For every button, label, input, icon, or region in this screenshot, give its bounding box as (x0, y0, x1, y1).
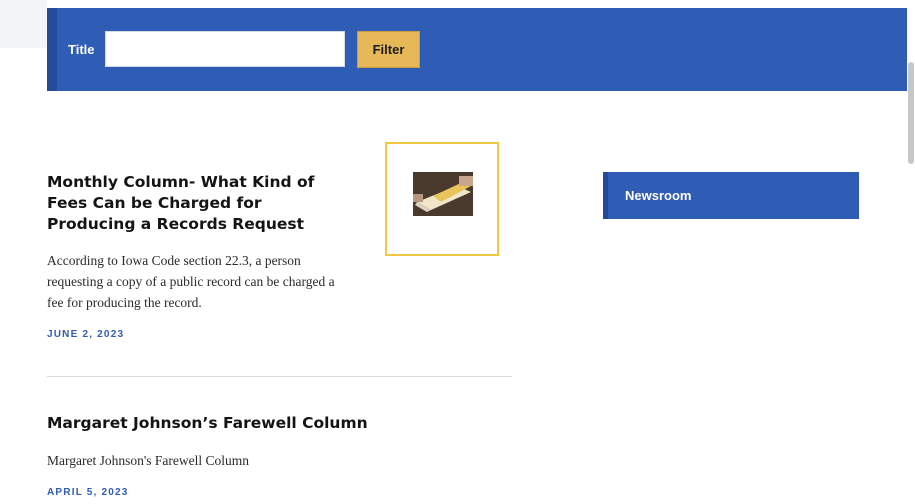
article-thumbnail[interactable] (385, 142, 499, 256)
article-excerpt: According to Iowa Code section 22.3, a p… (47, 253, 335, 310)
records-document-image (413, 172, 473, 216)
filter-button[interactable]: Filter (357, 31, 420, 68)
scrollbar-thumb[interactable] (908, 62, 914, 164)
title-filter-input[interactable] (105, 31, 345, 67)
title-filter-label: Title (68, 42, 95, 57)
article-title-link[interactable]: Monthly Column- What Kind of Fees Can be… (47, 172, 347, 235)
filter-bar: Title Filter (47, 8, 907, 91)
newsroom-sidebar-link[interactable]: Newsroom (603, 172, 859, 219)
article-date: APRIL 5, 2023 (47, 487, 129, 498)
article-divider (47, 376, 512, 377)
newsroom-label: Newsroom (625, 188, 692, 203)
article-excerpt: Margaret Johnson's Farewell Column (47, 453, 250, 468)
document-handoff-icon (413, 172, 473, 216)
article-date: JUNE 2, 2023 (47, 329, 125, 340)
article-title-link[interactable]: Margaret Johnson’s Farewell Column (47, 413, 447, 434)
page-corner-background (0, 0, 47, 48)
